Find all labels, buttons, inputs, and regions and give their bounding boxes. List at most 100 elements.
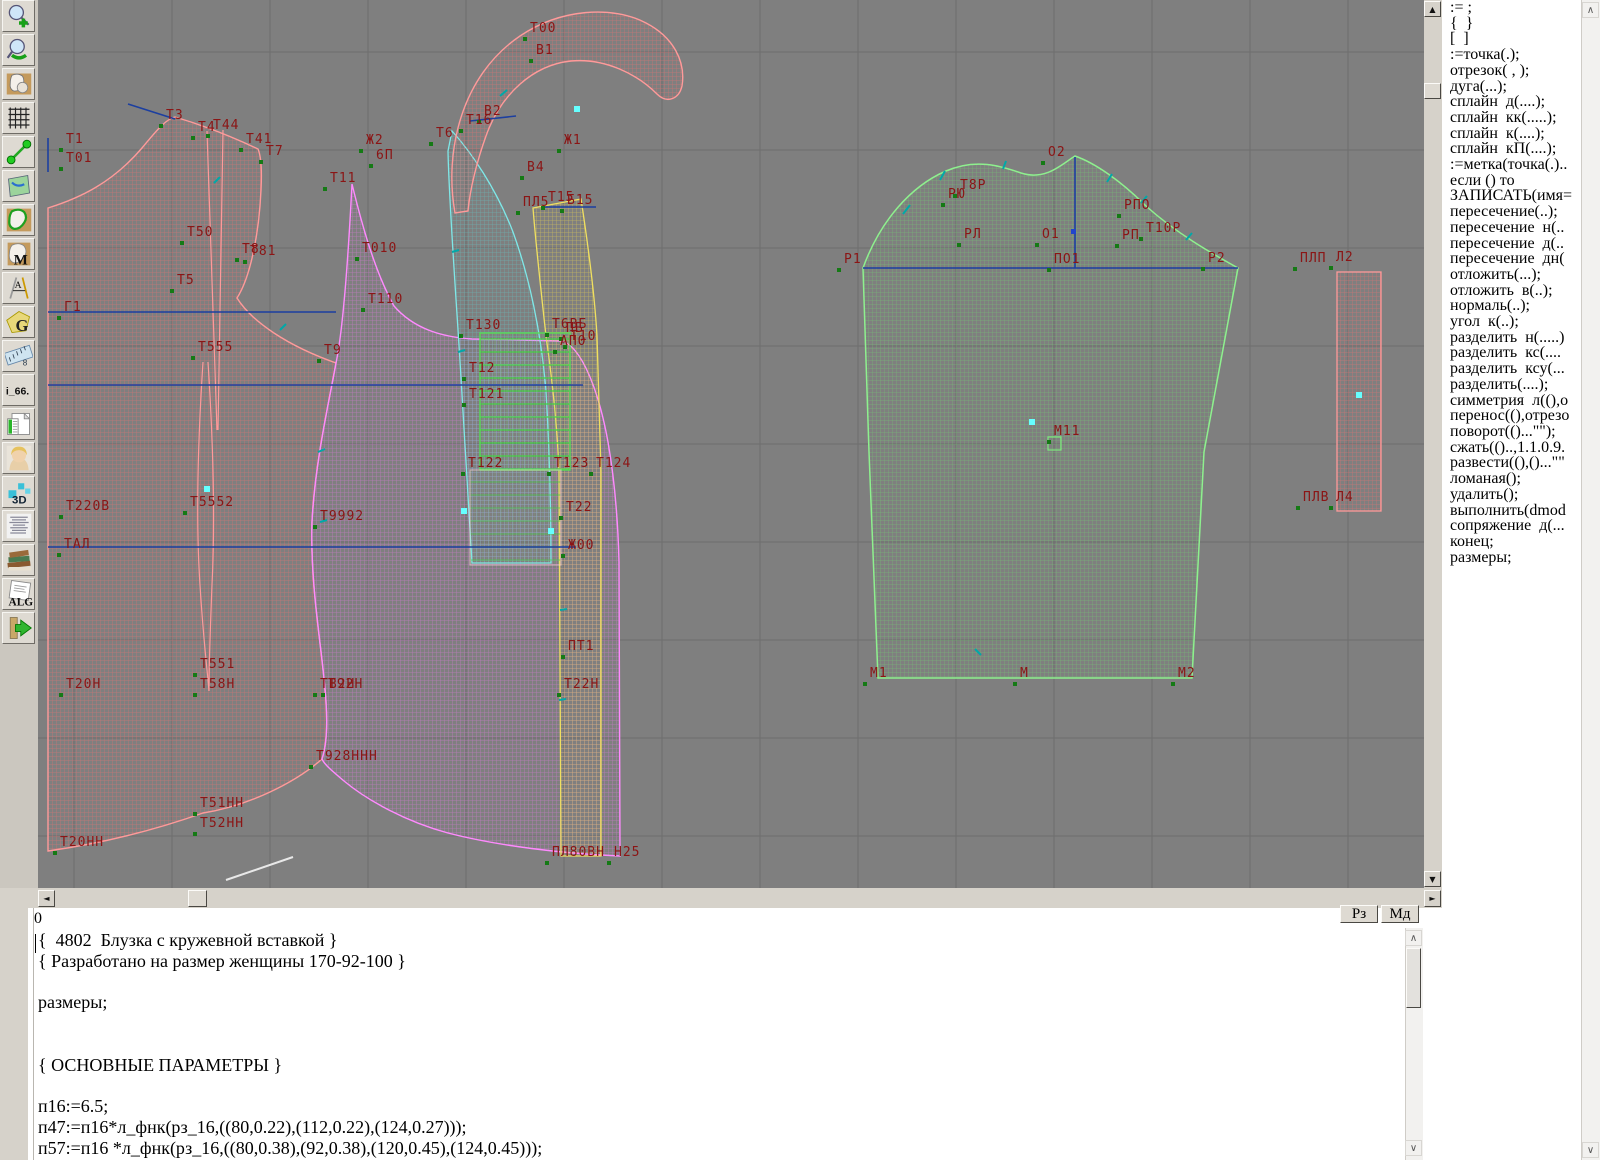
command-list-item[interactable]: дуга(...); <box>1442 79 1581 95</box>
md-button[interactable]: Мд <box>1381 905 1419 923</box>
canvas-scroll-left-button[interactable]: ◄ <box>38 890 55 907</box>
canvas-vscroll-thumb[interactable] <box>1424 83 1441 99</box>
editor-line[interactable]: п16:=6.5; <box>38 1096 1398 1117</box>
command-list-item[interactable]: разделить ксу(... <box>1442 361 1581 377</box>
svg-text:G: G <box>15 316 28 335</box>
command-list-item[interactable]: пересечение д(.. <box>1442 236 1581 252</box>
editor-line[interactable] <box>38 1076 1398 1097</box>
command-list-item[interactable]: удалить(); <box>1442 487 1581 503</box>
toolbar-button-zoom-in-icon[interactable] <box>2 0 35 32</box>
command-list-item[interactable]: разделить кс(.... <box>1442 345 1581 361</box>
point-label-ТАЛ: ТАЛ <box>64 538 90 552</box>
canvas-hscrollbar[interactable] <box>38 890 1424 907</box>
editor-line[interactable]: п57:=п16 *л_фнк(рз_16,((80,0.38),(92,0.3… <box>38 1138 1398 1159</box>
editor-line[interactable]: { 4802 Блузка с кружевной вставкой } <box>38 930 1398 951</box>
command-list-item[interactable]: поворот(()...""); <box>1442 424 1581 440</box>
command-list-item[interactable]: отрезок( , ); <box>1442 63 1581 79</box>
editor-line[interactable]: { ОСНОВНЫЕ ПАРАМЕТРЫ } <box>38 1055 1398 1076</box>
toolbar-button-text-list-icon[interactable] <box>2 510 35 542</box>
toolbar-button-table-icon[interactable] <box>2 408 35 440</box>
point-marker <box>53 851 57 855</box>
command-list-item[interactable]: :=метка(точка(.).. <box>1442 157 1581 173</box>
command-list-item[interactable]: :=точка(.); <box>1442 47 1581 63</box>
toolbar-button-piece-outline-icon[interactable] <box>2 204 35 236</box>
piece-outline-icon <box>5 206 33 234</box>
toolbar-button-3d-icon[interactable]: 3D <box>2 476 35 508</box>
panel-vscrollbar[interactable] <box>1581 0 1600 1160</box>
toolbar-button-map-icon[interactable] <box>2 170 35 202</box>
g-catalog-icon: G <box>5 308 33 336</box>
command-list-item[interactable]: ЗАПИСАТЬ(имя= <box>1442 188 1581 204</box>
command-list-item[interactable]: разделить(....); <box>1442 377 1581 393</box>
drawing-canvas[interactable]: Т00В1В2Т16Т6Ж26ПТ11Ж1В4ПЛ5Т15Б15Т1Т01Т3Т… <box>38 0 1424 888</box>
command-list-item[interactable]: отложить в(..); <box>1442 283 1581 299</box>
piece-cuff-strip[interactable] <box>1337 272 1381 511</box>
editor-line[interactable]: п47:=п16*л_фнк(рз_16,((80,0.22),(112,0.2… <box>38 1117 1398 1138</box>
command-list-item[interactable]: сплайн кк(.....); <box>1442 110 1581 126</box>
command-list-item[interactable]: перенос((),отрезо <box>1442 408 1581 424</box>
command-list-item[interactable]: отложить(...); <box>1442 267 1581 283</box>
code-editor[interactable]: { 4802 Блузка с кружевной вставкой }{ Ра… <box>38 930 1398 1160</box>
measure-icon <box>5 138 33 166</box>
editor-line[interactable] <box>38 972 1398 993</box>
command-list-item[interactable]: сплайн кП(....); <box>1442 141 1581 157</box>
point-marker <box>359 149 363 153</box>
toolbar-button-drafting-icon[interactable]: A <box>2 272 35 304</box>
editor-vscroll-thumb[interactable] <box>1406 948 1421 1008</box>
command-list-item[interactable]: сплайн д(....); <box>1442 94 1581 110</box>
point-marker <box>1115 244 1119 248</box>
command-list-item[interactable]: если () то <box>1442 173 1581 189</box>
command-list-item[interactable]: выполнить(dmod <box>1442 503 1581 519</box>
toolbar-button-i66-icon[interactable]: i_66. <box>2 374 35 406</box>
canvas-scroll-down-button[interactable]: ▼ <box>1424 871 1441 887</box>
command-list-item[interactable]: угол к(..); <box>1442 314 1581 330</box>
command-list-item[interactable]: сжать(()..,1.1.0.9. <box>1442 440 1581 456</box>
map-icon <box>5 172 33 200</box>
command-list-item[interactable]: [ ] <box>1442 31 1581 47</box>
toolbar-button-measure-icon[interactable] <box>2 136 35 168</box>
editor-scroll-up-button[interactable]: ∧ <box>1405 930 1422 946</box>
toolbar-button-g-catalog-icon[interactable]: G <box>2 306 35 338</box>
command-list-item[interactable]: ломаная(); <box>1442 471 1581 487</box>
point-label-Т7: Т7 <box>266 145 284 159</box>
editor-line[interactable]: { Разработано на размер женщины 170-92-1… <box>38 951 1398 972</box>
toolbar-button-piece-m-icon[interactable]: M <box>2 238 35 270</box>
panel-scroll-up-button[interactable]: ∧ <box>1582 2 1599 18</box>
panel-scroll-down-button[interactable]: ∨ <box>1582 1142 1599 1158</box>
command-list-item[interactable]: сопряжение д(... <box>1442 518 1581 534</box>
command-list-item[interactable]: пересечение(..); <box>1442 204 1581 220</box>
command-list-item[interactable]: размеры; <box>1442 550 1581 566</box>
command-list-item[interactable]: := ; <box>1442 0 1581 16</box>
canvas-scroll-up-button[interactable]: ▲ <box>1424 1 1441 17</box>
editor-line[interactable] <box>38 1034 1398 1055</box>
command-list-item[interactable]: развести((),()..."" <box>1442 455 1581 471</box>
toolbar-button-pattern-piece-icon[interactable] <box>2 68 35 100</box>
drafting-icon: A <box>5 274 33 302</box>
command-list-item[interactable]: конец; <box>1442 534 1581 550</box>
canvas-vscrollbar[interactable] <box>1424 0 1441 888</box>
command-list-item[interactable]: разделить н(.....) <box>1442 330 1581 346</box>
toolbar-button-books-icon[interactable] <box>2 544 35 576</box>
toolbar-button-alg-icon[interactable]: ALG <box>2 578 35 610</box>
rz-button[interactable]: Рз <box>1340 905 1378 923</box>
toolbar-button-grid-icon[interactable] <box>2 102 35 134</box>
point-label-Т50: Т50 <box>187 226 213 240</box>
editor-line[interactable] <box>38 1013 1398 1034</box>
command-list-item[interactable]: пересечение дн( <box>1442 251 1581 267</box>
toolbar-button-zoom-out-icon[interactable] <box>2 34 35 66</box>
canvas-hscroll-thumb[interactable] <box>188 890 207 907</box>
point-marker <box>355 257 359 261</box>
command-list-item[interactable]: нормаль(..); <box>1442 298 1581 314</box>
canvas-scroll-right-button[interactable]: ► <box>1424 890 1441 907</box>
point-marker <box>541 206 545 210</box>
editor-line[interactable]: размеры; <box>38 992 1398 1013</box>
editor-scroll-down-button[interactable]: ∨ <box>1405 1140 1422 1156</box>
command-list-item[interactable]: пересечение н(.. <box>1442 220 1581 236</box>
command-list-item[interactable]: симметрия л((),о <box>1442 393 1581 409</box>
piece-lower-panel[interactable] <box>470 470 561 565</box>
toolbar-button-portrait-icon[interactable] <box>2 442 35 474</box>
toolbar-button-ruler-icon[interactable]: 8 <box>2 340 35 372</box>
command-list-item[interactable]: сплайн к(....); <box>1442 126 1581 142</box>
command-list-item[interactable]: { } <box>1442 16 1581 32</box>
toolbar-button-exit-icon[interactable] <box>2 612 35 644</box>
